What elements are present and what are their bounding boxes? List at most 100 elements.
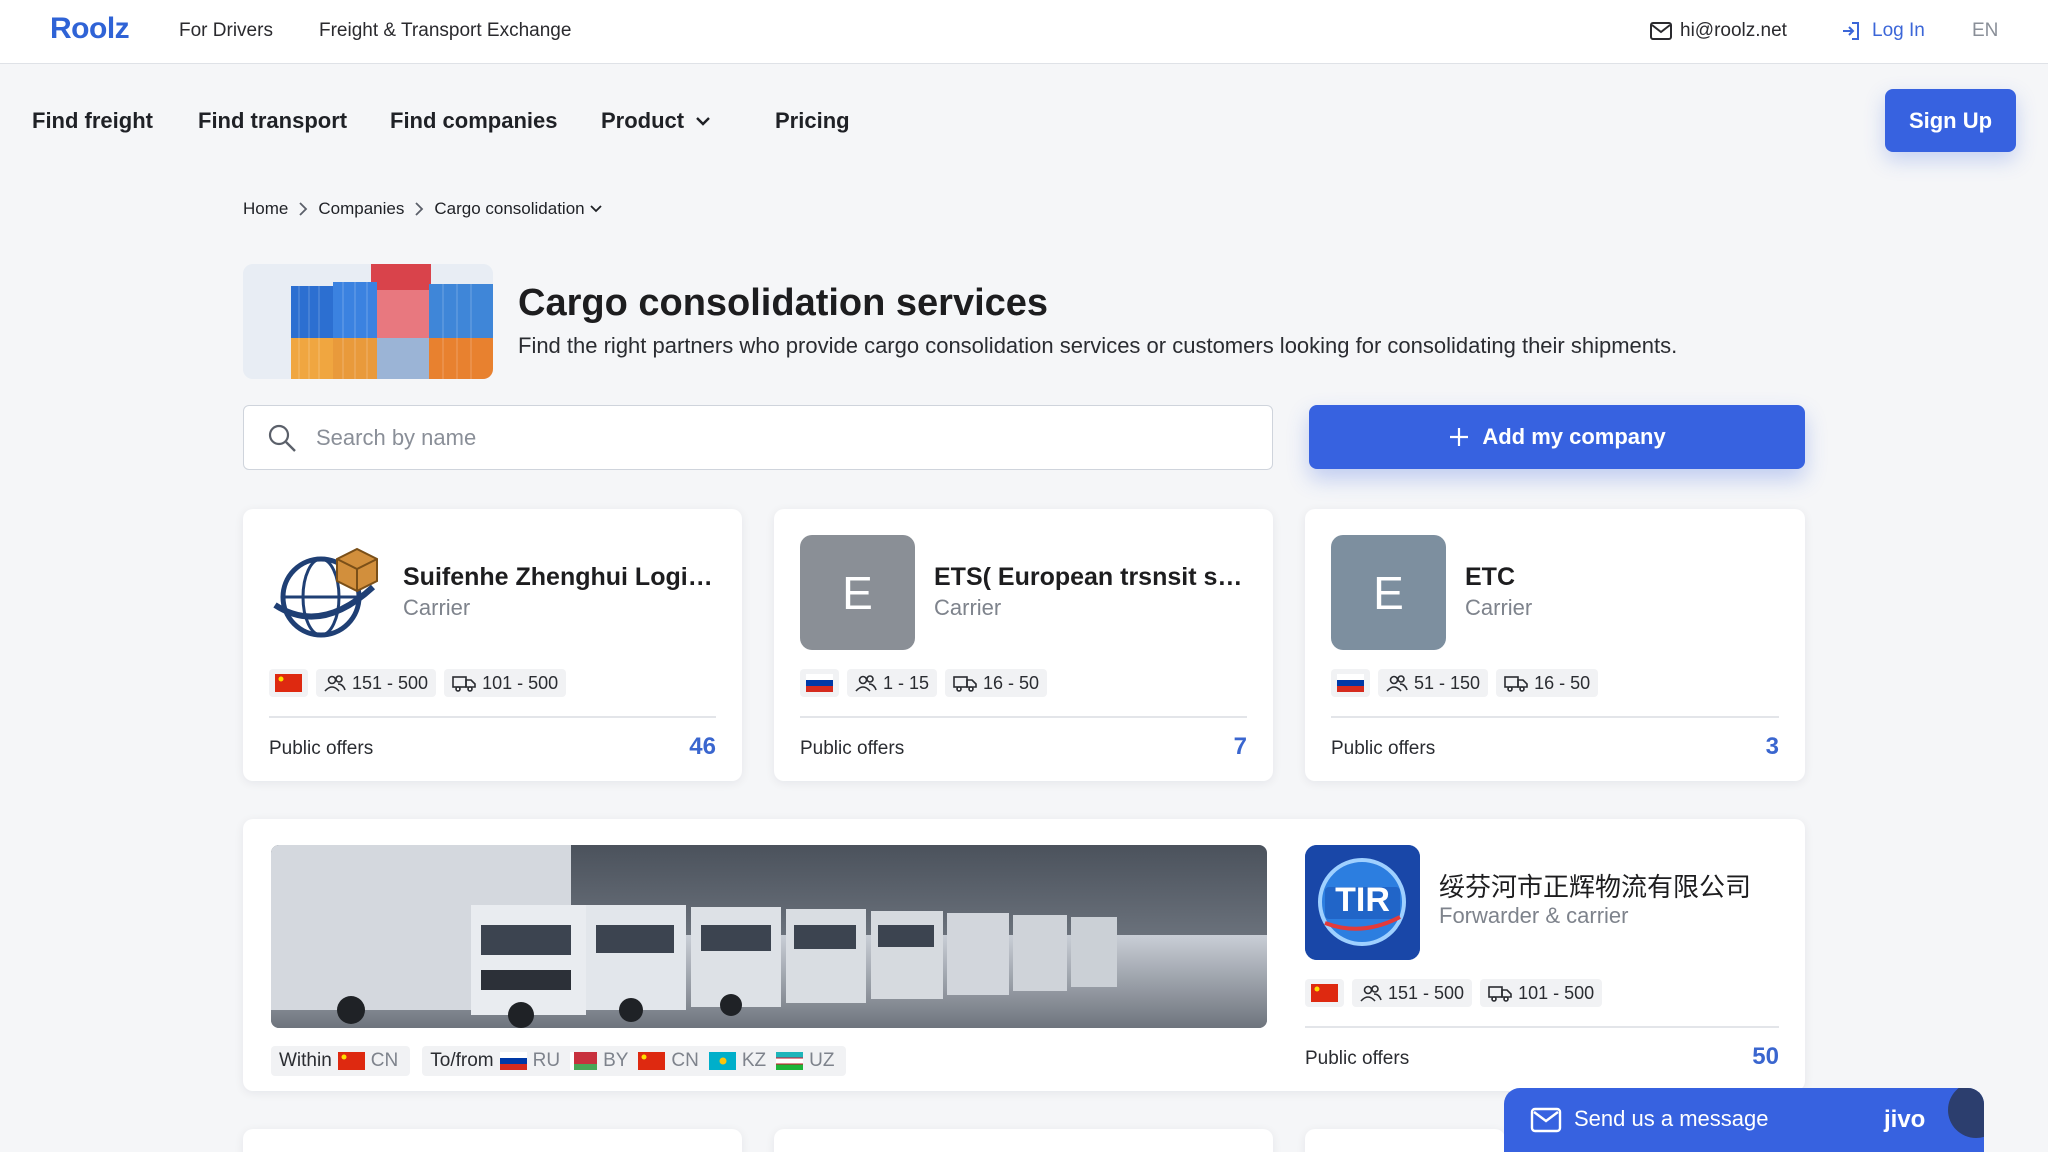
- email-link[interactable]: hi@roolz.net: [1650, 20, 1787, 42]
- sign-up-button[interactable]: Sign Up: [1885, 89, 2016, 152]
- region-code: UZ: [809, 1050, 835, 1071]
- chevron-right-icon: [299, 202, 308, 216]
- nav-product-label: Product: [601, 108, 685, 133]
- employees-count: 51 - 150: [1414, 672, 1481, 693]
- company-name[interactable]: 绥芬河市正辉物流有限公司: [1439, 867, 1799, 904]
- chevron-down-icon: [696, 117, 710, 126]
- nav-find-companies[interactable]: Find companies: [390, 108, 557, 134]
- public-offers-count[interactable]: 50: [1752, 1043, 1779, 1071]
- chat-label: Send us a message: [1574, 1106, 1769, 1131]
- jivo-logo: jivo: [1884, 1106, 1926, 1133]
- company-name[interactable]: ETC: [1465, 563, 1785, 592]
- region-code: KZ: [741, 1050, 767, 1071]
- public-offers-count[interactable]: 7: [1234, 733, 1247, 761]
- company-avatar: [269, 535, 384, 650]
- tofrom-label: To/from: [430, 1050, 494, 1071]
- public-offers-label: Public offers: [1305, 1048, 1410, 1069]
- company-avatar: E: [800, 535, 915, 650]
- company-card[interactable]: [243, 1129, 742, 1152]
- region-code: RU: [532, 1050, 561, 1071]
- mail-icon: [1530, 1107, 1562, 1133]
- language-selector[interactable]: EN: [1972, 20, 1998, 42]
- chat-widget[interactable]: Send us a message jivo: [1504, 1088, 1984, 1152]
- region-code: CN: [370, 1050, 399, 1071]
- country-tag: [1305, 979, 1344, 1007]
- fleet-tag: 16 - 50: [945, 669, 1048, 697]
- fleet-tag: 101 - 500: [1480, 979, 1603, 1007]
- nav-find-freight[interactable]: Find freight: [32, 108, 153, 134]
- plus-icon: [1450, 428, 1469, 446]
- nav-product[interactable]: Product: [601, 108, 712, 134]
- public-offers-count[interactable]: 3: [1766, 733, 1779, 761]
- tir-logo-text: TIR: [1335, 881, 1390, 919]
- company-card[interactable]: E ETC Carrier 51 - 150 16 - 50 Public of…: [1305, 509, 1805, 781]
- top-bar: Roolz For Drivers Freight & Transport Ex…: [0, 0, 2048, 64]
- flag-cn-icon: [638, 1052, 666, 1070]
- add-my-company-label: Add my company: [1482, 424, 1666, 449]
- company-name[interactable]: Suifenhe Zhenghui Logist...: [403, 563, 723, 592]
- email-text: hi@roolz.net: [1680, 20, 1787, 41]
- divider: [1305, 1026, 1779, 1028]
- company-avatar: TIR: [1305, 845, 1420, 960]
- public-offers-label: Public offers: [269, 738, 374, 759]
- search-input[interactable]: [316, 406, 1246, 469]
- employees-tag: 1 - 15: [847, 669, 938, 697]
- company-tags: 151 - 500 101 - 500: [1305, 979, 1603, 1007]
- login-icon: [1843, 22, 1859, 40]
- flag-uz-icon: [776, 1052, 804, 1070]
- breadcrumb-current-label: Cargo consolidation: [434, 199, 585, 218]
- freight-exchange-link[interactable]: Freight & Transport Exchange: [319, 20, 571, 42]
- country-tag: [800, 669, 839, 697]
- company-card[interactable]: [774, 1129, 1273, 1152]
- mail-icon: [1650, 22, 1672, 40]
- truck-icon: [1504, 676, 1528, 692]
- public-offers-label: Public offers: [1331, 738, 1436, 759]
- company-card[interactable]: [1305, 1129, 1505, 1152]
- fleet-count: 16 - 50: [1534, 672, 1591, 693]
- fleet-count: 101 - 500: [1518, 982, 1595, 1003]
- users-icon: [855, 675, 877, 692]
- public-offers-count[interactable]: 46: [689, 733, 716, 761]
- breadcrumb-current[interactable]: Cargo consolidation: [434, 199, 602, 219]
- containers-image: [243, 264, 493, 379]
- globe-box-icon: [273, 547, 378, 638]
- country-tag: [269, 669, 308, 697]
- page-title: Cargo consolidation services: [518, 282, 1049, 324]
- featured-company-card[interactable]: Within CN To/from RU BY CN KZ UZ TIR 绥芬河…: [243, 819, 1805, 1091]
- flag-ru-icon: [1337, 674, 1364, 692]
- add-my-company-button[interactable]: Add my company: [1309, 405, 1805, 469]
- users-icon: [324, 675, 346, 692]
- flag-by-icon: [570, 1052, 598, 1070]
- roolz-logo[interactable]: Roolz: [50, 12, 130, 46]
- flag-kz-icon: [708, 1052, 736, 1070]
- truck-icon: [452, 676, 476, 692]
- trucks-photo: [271, 845, 1267, 1028]
- company-role: Carrier: [403, 595, 471, 620]
- for-drivers-link[interactable]: For Drivers: [179, 20, 273, 42]
- breadcrumb: Home Companies Cargo consolidation: [243, 199, 603, 219]
- company-card[interactable]: Suifenhe Zhenghui Logist... Carrier 151 …: [243, 509, 742, 781]
- fleet-count: 16 - 50: [983, 672, 1040, 693]
- company-name[interactable]: ETS( European trsnsit ser...: [934, 563, 1254, 592]
- divider: [1331, 716, 1779, 718]
- flag-ru-icon: [499, 1052, 527, 1070]
- breadcrumb-home[interactable]: Home: [243, 199, 288, 219]
- company-role: Carrier: [1465, 595, 1533, 620]
- flag-ru-icon: [806, 674, 833, 692]
- employees-count: 151 - 500: [352, 672, 429, 693]
- breadcrumb-companies[interactable]: Companies: [318, 199, 404, 219]
- login-link[interactable]: Log In: [1840, 20, 1925, 42]
- company-card[interactable]: E ETS( European trsnsit ser... Carrier 1…: [774, 509, 1273, 781]
- users-icon: [1360, 985, 1382, 1002]
- nav-find-transport[interactable]: Find transport: [198, 108, 347, 134]
- within-tag: Within CN: [271, 1046, 411, 1076]
- flag-cn-icon: [275, 674, 302, 692]
- employees-count: 1 - 15: [883, 672, 930, 693]
- nav-pricing[interactable]: Pricing: [775, 108, 850, 134]
- company-tags: 151 - 500 101 - 500: [269, 669, 567, 697]
- region-code: CN: [671, 1050, 699, 1071]
- company-avatar: E: [1331, 535, 1446, 650]
- search-icon: [268, 424, 296, 452]
- country-tag: [1331, 669, 1370, 697]
- company-tags: 1 - 15 16 - 50: [800, 669, 1048, 697]
